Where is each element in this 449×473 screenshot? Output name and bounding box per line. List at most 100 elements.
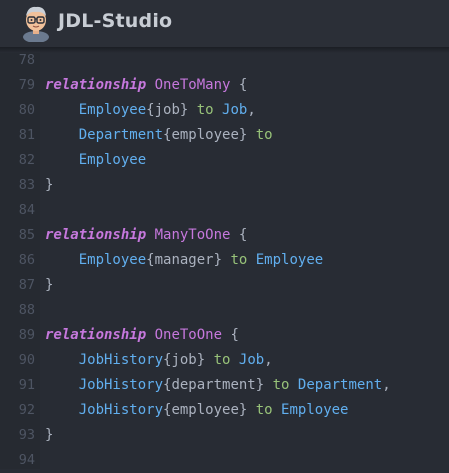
code-token: relationship [45, 77, 147, 93]
code-token: , [264, 352, 273, 368]
line-number: 78 [18, 52, 35, 68]
line-number: 83 [18, 177, 35, 193]
code-token: JobHistory [78, 352, 164, 368]
code-text: Employee [45, 148, 146, 173]
code-token: Department [78, 127, 164, 143]
code-line[interactable]: 85 relationship ManyToOne { [0, 223, 449, 248]
code-token: Employee [281, 402, 349, 418]
code-token: to [196, 102, 214, 118]
code-text: relationship ManyToOne { [45, 223, 247, 248]
code-text: JobHistory{department} to Department, [45, 373, 391, 398]
code-token: to [255, 402, 273, 418]
code-token: { [230, 77, 248, 93]
code-line[interactable]: 80 Employee{job} to Job, [0, 98, 449, 123]
code-token: relationship [45, 327, 147, 343]
code-token: { [222, 327, 239, 343]
line-number: 90 [18, 352, 35, 368]
code-token: {department} [163, 377, 265, 393]
code-text: Employee{job} to Job, [45, 98, 256, 123]
code-token: } [45, 427, 54, 443]
code-token: , [382, 377, 391, 393]
line-number: 82 [18, 152, 35, 168]
code-token: Job [222, 102, 248, 118]
code-token: to [213, 352, 231, 368]
code-token: {job} [146, 102, 189, 118]
code-line[interactable]: 93} [0, 423, 449, 448]
code-line[interactable]: 89 relationship OneToOne { [0, 323, 449, 348]
code-line[interactable]: 79 relationship OneToMany { [0, 73, 449, 98]
code-token: Employee [78, 152, 147, 168]
code-line[interactable]: 84 [0, 198, 449, 223]
code-token: { [230, 227, 248, 243]
code-line[interactable]: 91 JobHistory{department} to Department, [0, 373, 449, 398]
code-token: Employee [255, 252, 324, 268]
line-number: 88 [18, 302, 35, 318]
code-token: , [247, 102, 256, 118]
code-text: JobHistory{employee} to Employee [45, 398, 349, 423]
line-number: 79 [18, 77, 35, 93]
code-token: {employee} [163, 127, 248, 143]
line-number: 92 [18, 402, 35, 418]
code-text: JobHistory{job} to Job, [45, 348, 273, 373]
code-token: Employee [78, 252, 147, 268]
code-line[interactable]: 81 Department{employee} to [0, 123, 449, 148]
app-header: JDL-Studio [0, 0, 449, 47]
code-token: } [45, 177, 54, 193]
line-number: 89 [18, 327, 35, 343]
code-line[interactable]: 88 [0, 298, 449, 323]
line-number: 93 [18, 427, 35, 443]
code-line[interactable]: 83} [0, 173, 449, 198]
code-line[interactable]: 78 [0, 48, 449, 73]
code-text: Department{employee} to [45, 123, 273, 148]
code-token: to [255, 127, 273, 143]
code-token: Department [297, 377, 383, 393]
code-line[interactable]: 82 Employee [0, 148, 449, 173]
line-number: 94 [18, 452, 35, 468]
line-number: 91 [18, 377, 35, 393]
line-number: 84 [18, 202, 35, 218]
code-text: } [45, 173, 53, 198]
code-line[interactable]: 92 JobHistory{employee} to Employee [0, 398, 449, 423]
app-title: JDL-Studio [58, 10, 173, 32]
code-token: relationship [45, 227, 147, 243]
code-token: {employee} [163, 402, 248, 418]
line-number: 81 [18, 127, 35, 143]
code-token: JobHistory [78, 377, 164, 393]
code-line[interactable]: 86 Employee{manager} to Employee [0, 248, 449, 273]
code-token: } [45, 277, 54, 293]
code-token: ManyToOne [154, 227, 231, 243]
code-token: {job} [163, 352, 206, 368]
line-number: 85 [18, 227, 35, 243]
code-token: OneToMany [154, 77, 231, 93]
code-line[interactable]: 90 JobHistory{job} to Job, [0, 348, 449, 373]
code-text: relationship OneToOne { [45, 323, 239, 348]
code-editor[interactable]: 78 79 relationship OneToMany {80 Employee{… [0, 52, 449, 469]
line-number: 80 [18, 102, 35, 118]
code-token: JobHistory [78, 402, 164, 418]
code-text: relationship OneToMany { [45, 73, 247, 98]
code-line[interactable]: 87} [0, 273, 449, 298]
code-token: OneToOne [154, 327, 223, 343]
code-text: } [45, 423, 53, 448]
code-line[interactable]: 94 [0, 448, 449, 473]
code-token: {manager} [146, 252, 223, 268]
code-token: to [230, 252, 248, 268]
line-number: 86 [18, 252, 35, 268]
